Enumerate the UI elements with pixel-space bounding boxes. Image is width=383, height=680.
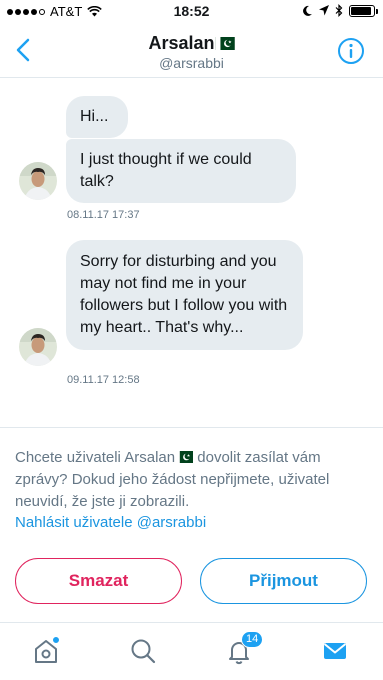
location-arrow-icon <box>319 5 329 16</box>
divider <box>0 427 383 428</box>
battery-level <box>351 6 371 15</box>
mail-icon <box>323 643 347 659</box>
conversation-title: Arsalan <box>0 33 383 54</box>
info-icon[interactable] <box>337 37 365 65</box>
tab-messages[interactable] <box>317 633 353 669</box>
pakistan-flag-icon <box>175 451 194 463</box>
new-content-dot <box>52 636 60 644</box>
tab-home[interactable] <box>28 633 64 669</box>
notifications-badge: 14 <box>241 631 264 648</box>
tab-search[interactable] <box>125 633 161 669</box>
avatar-photo <box>19 162 57 200</box>
accept-button[interactable]: Přijmout <box>200 558 367 604</box>
report-user-link[interactable]: Nahlásit uživatele @arsrabbi <box>15 514 206 531</box>
avatar[interactable] <box>19 328 57 366</box>
tab-notifications[interactable]: 14 <box>221 631 264 669</box>
battery-icon <box>349 4 378 17</box>
user-handle: @arsrabbi <box>159 55 224 71</box>
message-timestamp: 08.11.17 17:37 <box>67 209 140 221</box>
request-text-prefix: Chcete uživateli Arsalan <box>15 449 176 466</box>
message-text: I just thought if we could talk? <box>80 151 252 190</box>
user-name: Arsalan <box>148 33 215 53</box>
tab-bar: 14 <box>0 622 383 680</box>
bluetooth-icon <box>335 4 343 17</box>
status-icons <box>302 4 378 17</box>
message-bubble[interactable]: I just thought if we could talk? <box>66 139 296 203</box>
avatar-photo <box>19 328 57 366</box>
moon-icon <box>303 5 312 16</box>
pakistan-flag-icon <box>214 37 235 50</box>
message-timestamp: 09.11.17 12:58 <box>67 374 140 386</box>
message-bubble[interactable]: Hi... <box>66 96 128 138</box>
message-bubble[interactable]: Sorry for disturbing and you may not fin… <box>66 240 303 350</box>
delete-button[interactable]: Smazat <box>15 558 182 604</box>
search-icon <box>131 639 156 664</box>
message-text: Sorry for disturbing and you may not fin… <box>80 253 288 336</box>
message-text: Hi... <box>80 108 109 125</box>
avatar[interactable] <box>19 162 57 200</box>
conversation-header: Arsalan @arsrabbi <box>0 24 383 78</box>
status-bar: AT&T 18:52 <box>0 0 383 24</box>
message-request-prompt: Chcete uživateli Arsalan dovolit zasílat… <box>15 447 375 513</box>
